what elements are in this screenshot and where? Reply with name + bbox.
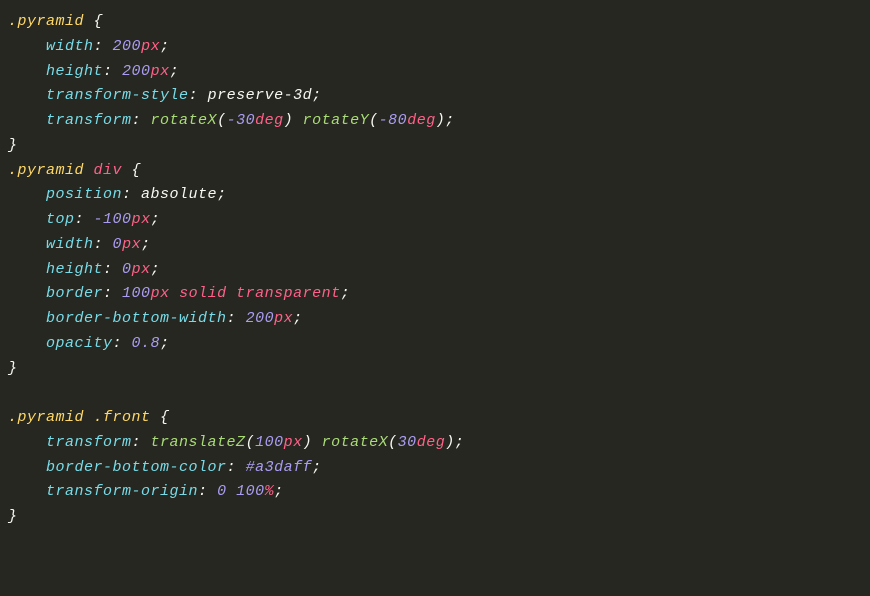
code-editor[interactable]: .pyramid { width: 200px; height: 200px; … <box>0 0 870 540</box>
css-property: opacity <box>46 335 113 352</box>
code-token: rotateY <box>303 112 370 129</box>
code-line: .pyramid { <box>8 10 862 35</box>
selector-class: .pyramid <box>8 162 84 179</box>
code-token <box>293 112 303 129</box>
code-token: ) <box>284 112 294 129</box>
code-line: top: -100px; <box>8 208 862 233</box>
css-property: transform-style <box>46 87 189 104</box>
code-token: 0.8 <box>132 335 161 352</box>
code-token: absolute <box>141 186 217 203</box>
code-line: position: absolute; <box>8 183 862 208</box>
code-line: width: 0px; <box>8 233 862 258</box>
css-property: border <box>46 285 103 302</box>
code-token: transparent <box>236 285 341 302</box>
code-token: 200 <box>113 38 142 55</box>
selector-class: .pyramid <box>8 409 84 426</box>
code-token: px <box>132 211 151 228</box>
css-property: height <box>46 261 103 278</box>
code-token: 0 <box>122 261 132 278</box>
code-token: -80 <box>379 112 408 129</box>
code-token: ( <box>369 112 379 129</box>
code-token: 100 <box>122 285 151 302</box>
code-token: deg <box>255 112 284 129</box>
code-line: } <box>8 357 862 382</box>
code-token: ( <box>388 434 398 451</box>
code-token: translateZ <box>151 434 246 451</box>
css-property: width <box>46 38 94 55</box>
code-token: -100 <box>94 211 132 228</box>
code-token: deg <box>407 112 436 129</box>
code-token: ( <box>246 434 256 451</box>
code-line: transform-origin: 0 100%; <box>8 480 862 505</box>
code-token: ) <box>303 434 313 451</box>
code-token: ) <box>445 434 455 451</box>
code-token: px <box>284 434 303 451</box>
css-property: border-bottom-color <box>46 459 227 476</box>
css-property: height <box>46 63 103 80</box>
code-token: 200 <box>122 63 151 80</box>
code-line: } <box>8 505 862 530</box>
code-line: border-bottom-width: 200px; <box>8 307 862 332</box>
code-token: #a3daff <box>246 459 313 476</box>
code-line: border: 100px solid transparent; <box>8 282 862 307</box>
code-token: ) <box>436 112 446 129</box>
code-token: rotateX <box>322 434 389 451</box>
css-property: border-bottom-width <box>46 310 227 327</box>
code-line: .pyramid div { <box>8 159 862 184</box>
selector-class: .front <box>94 409 151 426</box>
code-token <box>227 483 237 500</box>
selector-class: .pyramid <box>8 13 84 30</box>
code-token: px <box>141 38 160 55</box>
code-token <box>84 409 94 426</box>
code-token: ( <box>217 112 227 129</box>
code-token: 100 <box>255 434 284 451</box>
code-token: solid <box>179 285 227 302</box>
code-token: preserve-3d <box>208 87 313 104</box>
code-line: transform: translateZ(100px) rotateX(30d… <box>8 431 862 456</box>
code-token: 0 <box>113 236 123 253</box>
code-line: transform-style: preserve-3d; <box>8 84 862 109</box>
code-line: } <box>8 134 862 159</box>
code-token: px <box>151 285 170 302</box>
code-token: -30 <box>227 112 256 129</box>
css-property: top <box>46 211 75 228</box>
css-property: position <box>46 186 122 203</box>
css-property: transform-origin <box>46 483 198 500</box>
code-token: px <box>274 310 293 327</box>
code-token <box>227 285 237 302</box>
code-token: 200 <box>246 310 275 327</box>
code-line: opacity: 0.8; <box>8 332 862 357</box>
css-property: transform <box>46 434 132 451</box>
code-line: .pyramid .front { <box>8 406 862 431</box>
code-token: rotateX <box>151 112 218 129</box>
code-token <box>170 285 180 302</box>
selector-tag: div <box>94 162 123 179</box>
code-token: % <box>265 483 275 500</box>
code-line: height: 200px; <box>8 60 862 85</box>
code-line: width: 200px; <box>8 35 862 60</box>
code-token: px <box>151 63 170 80</box>
code-line: border-bottom-color: #a3daff; <box>8 456 862 481</box>
code-token: 0 <box>217 483 227 500</box>
code-token: 100 <box>236 483 265 500</box>
code-token: px <box>132 261 151 278</box>
code-token: px <box>122 236 141 253</box>
code-line <box>8 381 862 406</box>
code-token <box>84 162 94 179</box>
code-line: transform: rotateX(-30deg) rotateY(-80de… <box>8 109 862 134</box>
code-token <box>312 434 322 451</box>
code-line: height: 0px; <box>8 258 862 283</box>
css-property: transform <box>46 112 132 129</box>
css-property: width <box>46 236 94 253</box>
code-token: deg <box>417 434 446 451</box>
code-token: 30 <box>398 434 417 451</box>
